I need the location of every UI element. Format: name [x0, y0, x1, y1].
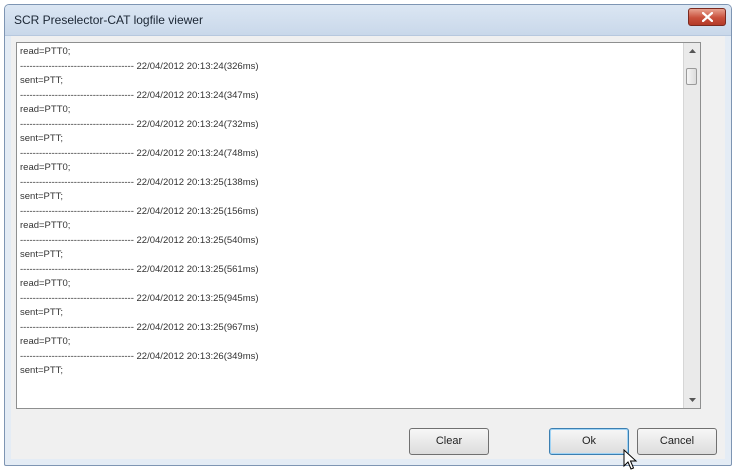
log-line: ------------------------------------ 22/… [20, 292, 259, 304]
log-line: sent=PTT; [20, 365, 64, 376]
log-line: read=PTT0; [20, 104, 71, 115]
log-line: read=PTT0; [20, 336, 71, 347]
scroll-thumb[interactable] [686, 68, 697, 85]
log-line: sent=PTT; [20, 133, 64, 144]
ok-button[interactable]: Ok [549, 428, 629, 455]
log-line: ------------------------------------ 22/… [20, 60, 259, 72]
log-line: ------------------------------------ 22/… [20, 147, 259, 159]
log-lines: read=PTT0; ------------------------------… [20, 45, 680, 379]
dialog-body: read=PTT0; ------------------------------… [11, 36, 725, 470]
log-line: sent=PTT; [20, 75, 64, 86]
title-bar[interactable]: SCR Preselector-CAT logfile viewer [5, 5, 731, 36]
clear-button[interactable]: Clear [409, 428, 489, 455]
arrow-up-icon [689, 49, 696, 53]
close-button[interactable] [688, 8, 726, 26]
arrow-down-icon [689, 398, 696, 402]
log-line: ------------------------------------ 22/… [20, 118, 259, 130]
log-line: sent=PTT; [20, 307, 64, 318]
log-textarea[interactable]: read=PTT0; ------------------------------… [16, 42, 701, 409]
log-line: read=PTT0; [20, 220, 71, 231]
vertical-scrollbar[interactable] [683, 43, 700, 408]
log-line: read=PTT0; [20, 46, 71, 57]
dialog-window: SCR Preselector-CAT logfile viewer read=… [4, 4, 732, 470]
log-line: sent=PTT; [20, 249, 64, 260]
log-line: ------------------------------------ 22/… [20, 176, 259, 188]
log-line: ------------------------------------ 22/… [20, 321, 259, 333]
scroll-down-button[interactable] [684, 392, 700, 408]
cancel-button[interactable]: Cancel [637, 428, 717, 455]
window-title: SCR Preselector-CAT logfile viewer [14, 13, 203, 27]
log-line: ------------------------------------ 22/… [20, 234, 259, 246]
mouse-pointer-icon [623, 449, 638, 470]
close-icon [702, 12, 713, 22]
log-line: sent=PTT; [20, 191, 64, 202]
log-line: ------------------------------------ 22/… [20, 89, 259, 101]
log-line: ------------------------------------ 22/… [20, 263, 259, 275]
scroll-up-button[interactable] [684, 43, 700, 59]
log-line: ------------------------------------ 22/… [20, 205, 259, 217]
log-line: read=PTT0; [20, 162, 71, 173]
log-line: ------------------------------------ 22/… [20, 350, 259, 362]
log-line: read=PTT0; [20, 278, 71, 289]
